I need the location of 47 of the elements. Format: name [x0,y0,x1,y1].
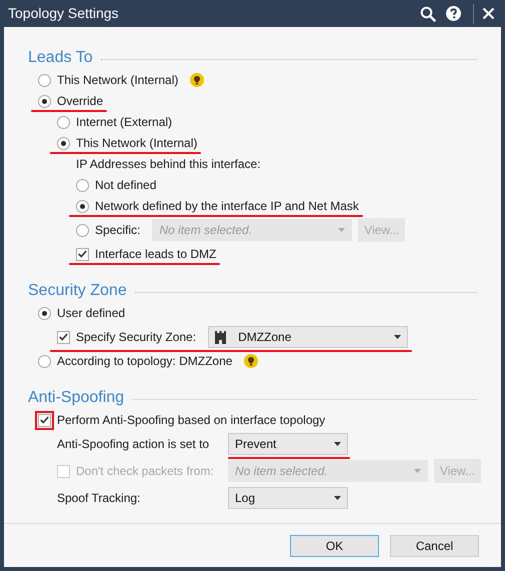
checkbox[interactable] [57,330,70,344]
ok-button[interactable]: OK [290,534,379,556]
radio-button[interactable] [38,74,51,86]
radio-label: Not defined [95,178,156,192]
section-heading: Security Zone [28,281,127,301]
radio-label: This Network (Internal) [57,73,178,87]
search-icon[interactable] [420,6,436,22]
radio-label: Network defined by the interface IP and Net Mask [95,199,359,213]
help-icon[interactable] [446,6,461,21]
radio-button[interactable] [38,94,51,108]
field-label: Anti-Spoofing action is set to [57,437,210,451]
radio-button[interactable] [38,354,51,368]
radio-button[interactable] [57,136,70,150]
lightbulb-icon[interactable] [244,354,258,368]
radio-label: This Network (Internal) [76,136,198,150]
dropdown[interactable]: DMZZone [208,326,408,348]
radio-label: According to topology: DMZZone [57,354,232,368]
radio-label: Specific: [95,223,140,237]
radio-button[interactable] [76,200,89,212]
radio-button[interactable] [38,306,51,320]
radio-label: User defined [57,306,126,320]
radio-button[interactable] [76,224,89,236]
checkbox-label: Interface leads to DMZ [95,247,216,261]
dropdown[interactable]: Prevent [228,433,348,455]
caret-icon [334,496,341,500]
dropdown[interactable]: Log [228,487,348,509]
field-label: Spoof Tracking: [57,491,140,505]
checkbox[interactable] [38,414,51,426]
caret-icon [394,335,402,339]
caret-icon [334,442,341,446]
section-heading: Leads To [28,48,93,68]
radio-button[interactable] [76,178,89,192]
field-label: IP Addresses behind this interface: [76,157,261,171]
radio-label: Override [57,94,104,108]
close-icon[interactable] [482,7,495,20]
window-title: Topology Settings [8,4,120,23]
checkbox-label: Don't check packets from: [76,464,214,478]
lightbulb-icon[interactable] [190,73,204,87]
caret-icon [414,469,421,473]
checkbox-label: Perform Anti-Spoofing based on interface topology [57,413,326,427]
cancel-button[interactable]: Cancel [390,534,479,556]
caret-icon [338,228,346,232]
checkbox-label: Specify Security Zone: [76,330,196,344]
radio-label: Internet (External) [76,115,172,129]
radio-button[interactable] [57,116,70,128]
checkbox[interactable] [76,248,89,260]
section-heading: Anti-Spoofing [28,388,124,408]
